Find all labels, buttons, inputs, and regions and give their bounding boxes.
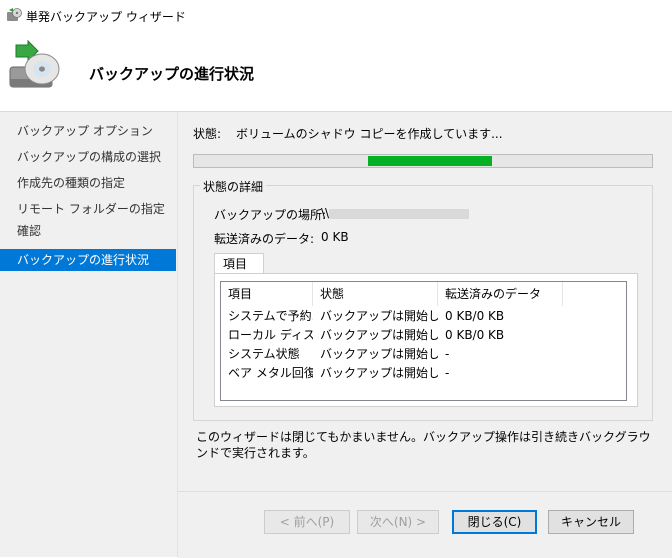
page-title: バックアップの進行状況 [89, 65, 255, 83]
row-transferred-cell: - [445, 347, 450, 361]
row-transferred-cell: 0 KB/0 KB [445, 328, 505, 342]
window-title: 単発バックアップ ウィザード [26, 10, 186, 24]
row-item-cell: ローカル ディスク... [228, 328, 313, 342]
row-status-cell: バックアップは開始して... [320, 347, 438, 361]
wizard-steps-sidebar: バックアップ オプション バックアップの構成の選択 作成先の種類の指定 リモート… [0, 112, 178, 557]
sidebar-item-destination-type[interactable]: 作成先の種類の指定 [0, 172, 176, 194]
backup-location-value: \\ [321, 206, 470, 220]
row-transferred-cell: 0 KB/0 KB [445, 309, 505, 323]
row-status-cell: バックアップは開始して... [320, 366, 438, 380]
sidebar-item-remote-folder[interactable]: リモート フォルダーの指定 [0, 198, 176, 220]
sidebar-item-backup-options[interactable]: バックアップ オプション [0, 120, 176, 142]
wizard-header: バックアップの進行状況 [0, 31, 672, 112]
background-note: このウィザードは閉じてもかまいません。バックアップ操作は引き続きバックグラウンド… [196, 430, 651, 460]
backup-location-text: \\ [321, 206, 330, 220]
status-text: ボリュームのシャドウ コピーを作成しています... [236, 127, 503, 141]
sidebar-item-backup-progress[interactable]: バックアップの進行状況 [0, 249, 176, 271]
progress-fill [368, 156, 492, 166]
transferred-data-label: 転送済みのデータ: [214, 232, 315, 246]
close-button[interactable]: 閉じる(C) [452, 510, 537, 534]
title-bar: 単発バックアップ ウィザード [0, 0, 672, 31]
row-item-cell: ベア メタル回復 [228, 366, 313, 380]
next-button[interactable]: 次へ(N) > [357, 510, 439, 534]
tab-items[interactable]: 項目 [214, 253, 264, 274]
column-header-status[interactable]: 状態 [313, 282, 438, 306]
table-row[interactable]: ベア メタル回復 バックアップは開始して... - [221, 364, 626, 383]
prev-button[interactable]: < 前へ(P) [264, 510, 350, 534]
backup-app-icon [7, 8, 22, 21]
row-item-cell: システム状態 [228, 347, 300, 361]
status-details-caption: 状態の詳細 [200, 178, 267, 195]
cancel-button[interactable]: キャンセル [548, 510, 634, 534]
sidebar-item-confirm[interactable]: 確認 [0, 220, 176, 242]
table-row[interactable]: システム状態 バックアップは開始して... - [221, 345, 626, 364]
backup-location-label: バックアップの場所: [214, 208, 327, 222]
backup-progress-bar [193, 154, 653, 168]
row-status-cell: バックアップは開始して... [320, 328, 438, 342]
backup-disk-icon [9, 39, 60, 88]
row-item-cell: システムで予約... [228, 309, 313, 323]
status-label: 状態: [193, 127, 222, 141]
transferred-data-value: 0 KB [321, 230, 349, 244]
column-header-item[interactable]: 項目 [221, 282, 313, 306]
list-rows: システムで予約... バックアップは開始して... 0 KB/0 KB ローカル… [221, 307, 626, 383]
sidebar-item-select-config[interactable]: バックアップの構成の選択 [0, 146, 176, 168]
row-status-cell: バックアップは開始して... [320, 309, 438, 323]
backup-items-list[interactable]: 項目 状態 転送済みのデータ システムで予約... バックアップは開始して...… [220, 281, 627, 401]
table-row[interactable]: ローカル ディスク... バックアップは開始して... 0 KB/0 KB [221, 326, 626, 345]
column-header-transferred[interactable]: 転送済みのデータ [438, 282, 563, 306]
table-row[interactable]: システムで予約... バックアップは開始して... 0 KB/0 KB [221, 307, 626, 326]
row-transferred-cell: - [445, 366, 450, 380]
redacted-path [329, 208, 470, 219]
